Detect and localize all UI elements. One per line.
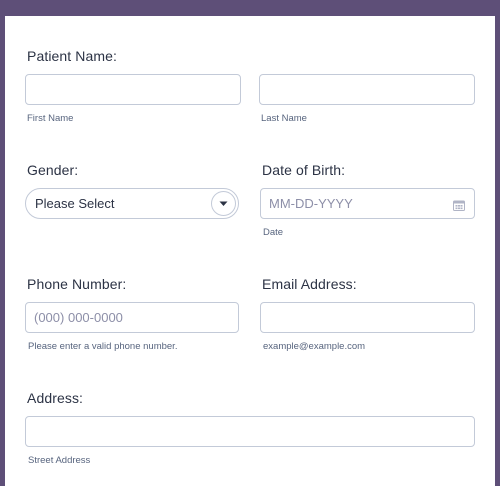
dob-label: Date of Birth: (262, 162, 346, 178)
phone-label: Phone Number: (27, 276, 127, 292)
first-name-sublabel: First Name (27, 113, 74, 124)
form-card: Patient Name: First Name Last Name Gende… (5, 16, 495, 486)
calendar-icon[interactable] (453, 198, 465, 216)
email-field[interactable] (260, 302, 475, 333)
gender-select[interactable]: Please Select (25, 188, 239, 219)
chevron-down-icon[interactable] (211, 191, 236, 216)
street-address-sublabel: Street Address (28, 455, 91, 466)
phone-sublabel: Please enter a valid phone number. (28, 341, 178, 352)
phone-field[interactable] (25, 302, 239, 333)
dob-sublabel: Date (263, 227, 284, 238)
address-label: Address: (27, 390, 84, 406)
email-input[interactable] (261, 303, 474, 332)
street-address-field[interactable] (25, 416, 475, 447)
last-name-input[interactable] (260, 75, 474, 104)
gender-label: Gender: (27, 162, 79, 178)
first-name-input[interactable] (26, 75, 240, 104)
dob-field[interactable] (260, 188, 475, 219)
street-address-input[interactable] (26, 417, 474, 446)
phone-input[interactable] (26, 303, 238, 332)
gender-selected-value: Please Select (35, 196, 115, 211)
email-sublabel: example@example.com (263, 341, 366, 352)
last-name-sublabel: Last Name (261, 113, 307, 124)
dob-input[interactable] (261, 189, 474, 218)
email-label: Email Address: (262, 276, 357, 292)
first-name-field[interactable] (25, 74, 241, 105)
patient-name-label: Patient Name: (27, 48, 118, 64)
last-name-field[interactable] (259, 74, 475, 105)
